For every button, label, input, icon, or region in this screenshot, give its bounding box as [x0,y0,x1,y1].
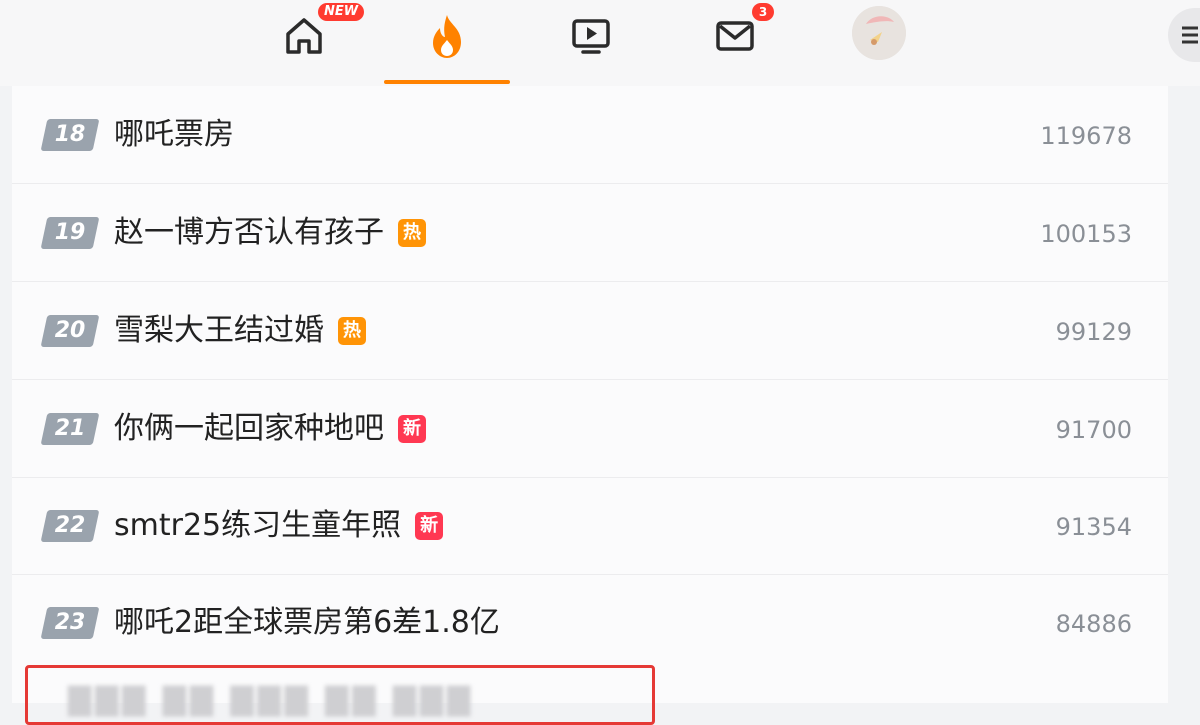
list-item[interactable]: 19 赵一博方否认有孩子 热 100153 [12,184,1168,282]
new-badge: NEW [318,3,365,21]
message-count-badge: 3 [752,3,774,21]
heat-count: 91700 [1055,416,1132,444]
menu-icon [1182,26,1198,44]
flame-icon [433,15,461,58]
new-tag: 新 [398,415,426,443]
top-navigation: NEW 3 [0,0,1200,86]
cropped-row-text: ▇▇▇ ▇▇ ▇▇▇ ▇▇ ▇▇▇ [68,682,475,717]
rank-badge: 23 [40,607,100,639]
heat-count: 99129 [1055,318,1132,346]
home-icon [286,18,322,54]
rank-badge: 22 [40,510,100,542]
topic-title[interactable]: smtr25练习生童年照 新 [114,507,444,545]
menu-button[interactable] [1168,8,1200,62]
mail-icon [716,21,754,51]
list-item[interactable]: 21 你俩一起回家种地吧 新 91700 [12,380,1168,478]
avatar-image [852,6,906,60]
topic-title[interactable]: 哪吒2距全球票房第6差1.8亿 [114,604,500,642]
topic-title[interactable]: 赵一博方否认有孩子 热 [114,214,426,252]
rank-badge: 19 [40,217,100,249]
hot-tag: 热 [398,219,426,247]
list-item[interactable]: 18 哪吒票房 119678 [12,86,1168,184]
rank-badge: 21 [40,413,100,445]
list-item[interactable]: 20 雪梨大王结过婚 热 99129 [12,282,1168,380]
heat-count: 84886 [1055,610,1132,638]
video-play-icon [572,19,610,54]
highlight-box: ▇▇▇ ▇▇ ▇▇▇ ▇▇ ▇▇▇ [25,665,655,725]
topic-title[interactable]: 雪梨大王结过婚 热 [114,312,366,350]
topic-title[interactable]: 你俩一起回家种地吧 新 [114,410,426,448]
heat-count: 119678 [1040,122,1132,150]
heat-count: 91354 [1055,513,1132,541]
nav-video[interactable] [563,8,619,64]
list-item[interactable]: 22 smtr25练习生童年照 新 91354 [12,477,1168,575]
heat-count: 100153 [1040,220,1132,248]
avatar[interactable] [852,6,906,60]
rank-badge: 18 [40,119,100,151]
rank-badge: 20 [40,315,100,347]
new-tag: 新 [415,512,444,540]
nav-hot[interactable] [419,8,475,64]
topic-title[interactable]: 哪吒票房 [114,116,234,154]
active-tab-indicator [384,80,510,84]
hot-tag: 热 [338,317,366,345]
list-item[interactable]: 23 哪吒2距全球票房第6差1.8亿 84886 [12,574,1168,671]
